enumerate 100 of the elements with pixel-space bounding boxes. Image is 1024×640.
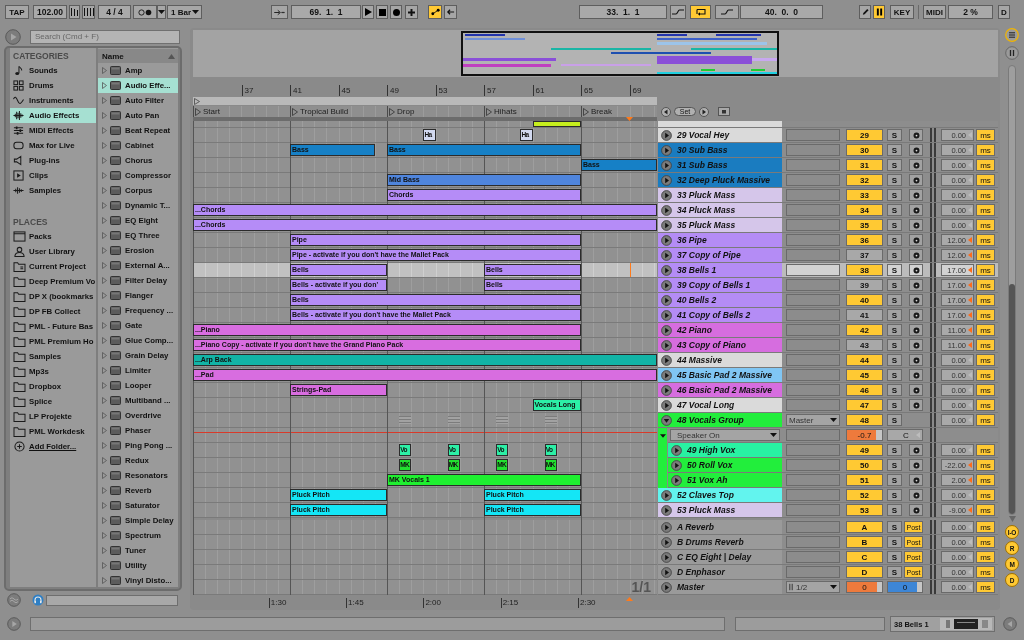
expand-triangle-icon[interactable] <box>102 427 107 434</box>
solo-button[interactable]: S <box>887 219 902 231</box>
track-header[interactable]: 34 Pluck Mass <box>658 203 782 217</box>
routing-field[interactable] <box>786 294 840 306</box>
track-activator-button[interactable]: 31 <box>846 159 883 171</box>
down-triangle-circle-icon[interactable] <box>661 414 672 426</box>
unit-button[interactable]: ms <box>976 474 995 486</box>
expand-triangle-icon[interactable] <box>102 337 107 344</box>
expand-triangle-icon[interactable] <box>102 172 107 179</box>
track-header[interactable]: 37 Copy of Pipe <box>658 248 782 262</box>
play-circle-icon[interactable] <box>671 444 682 456</box>
routing-field[interactable] <box>786 429 840 441</box>
track-activator-button[interactable]: 52 <box>846 489 883 501</box>
re-enable-button[interactable] <box>444 5 457 19</box>
track-activator-button[interactable]: 34 <box>846 204 883 216</box>
routing-field[interactable] <box>786 489 840 501</box>
expand-triangle-icon[interactable] <box>102 232 107 239</box>
loop-start-field[interactable]: 33. 1. 1 <box>579 5 667 19</box>
play-circle-icon[interactable] <box>661 354 672 366</box>
track-activator-button[interactable]: C <box>846 551 883 563</box>
arm-button[interactable] <box>909 444 923 456</box>
loop-length-field[interactable]: 40. 0. 0 <box>740 5 823 19</box>
track-activator-button[interactable]: 36 <box>846 234 883 246</box>
track-activator-button[interactable]: 42 <box>846 324 883 336</box>
output-dropdown[interactable]: Master <box>786 414 840 426</box>
track-activator-button[interactable]: 32 <box>846 174 883 186</box>
expand-triangle-icon[interactable] <box>102 307 107 314</box>
track-activator-button[interactable]: 47 <box>846 399 883 411</box>
solo-button[interactable]: S <box>887 369 902 381</box>
play-circle-icon[interactable] <box>661 369 672 381</box>
routing-field[interactable] <box>786 144 840 156</box>
unit-button[interactable]: ms <box>976 339 995 351</box>
output-dropdown[interactable]: 1/2 <box>786 581 840 593</box>
routing-field[interactable] <box>786 354 840 366</box>
back-circle-icon[interactable] <box>661 106 671 117</box>
expand-triangle-icon[interactable] <box>102 517 107 524</box>
scroll-down-arrow-icon[interactable] <box>1008 516 1016 522</box>
unit-button[interactable]: ms <box>976 174 995 186</box>
expand-triangle-icon[interactable] <box>102 352 107 359</box>
track-header[interactable]: 53 Pluck Mass <box>658 503 782 517</box>
track-header[interactable]: 44 Massive <box>658 353 782 367</box>
arm-button[interactable] <box>909 129 923 141</box>
routing-field[interactable] <box>786 521 840 533</box>
expand-triangle-icon[interactable] <box>102 367 107 374</box>
solo-button[interactable]: S <box>887 566 902 578</box>
position-field[interactable]: 69. 1. 1 <box>291 5 361 19</box>
play-circle-icon[interactable] <box>661 504 672 516</box>
solo-button[interactable]: S <box>887 536 902 548</box>
track-header[interactable]: 48 Vocals Group <box>658 413 782 427</box>
unit-button[interactable]: ms <box>976 264 995 276</box>
expand-triangle-icon[interactable] <box>102 97 107 104</box>
arm-button[interactable] <box>909 474 923 486</box>
solo-button[interactable]: S <box>887 204 902 216</box>
play-circle-icon[interactable] <box>661 324 672 336</box>
track-activator-button[interactable]: 53 <box>846 504 883 516</box>
unit-button[interactable]: ms <box>976 189 995 201</box>
routing-field[interactable] <box>786 129 840 141</box>
expand-triangle-icon[interactable] <box>102 127 107 134</box>
track-activator-button[interactable]: 37 <box>846 249 883 261</box>
routing-field[interactable] <box>786 566 840 578</box>
column-header[interactable]: Name <box>98 49 178 63</box>
routing-field[interactable] <box>786 551 840 563</box>
expand-triangle-icon[interactable] <box>102 292 107 299</box>
routing-field[interactable] <box>786 249 840 261</box>
solo-button[interactable]: S <box>887 129 902 141</box>
routing-field[interactable] <box>786 474 840 486</box>
track-header[interactable]: 31 Sub Bass <box>658 158 782 172</box>
unit-button[interactable]: ms <box>976 384 995 396</box>
routing-field[interactable] <box>786 234 840 246</box>
group-clip[interactable] <box>447 416 460 424</box>
solo-button[interactable]: S <box>887 414 902 426</box>
routing-field[interactable] <box>786 204 840 216</box>
expand-triangle-icon[interactable] <box>102 502 107 509</box>
expand-triangle-icon[interactable] <box>102 277 107 284</box>
list-circle-icon[interactable] <box>1005 28 1019 42</box>
routing-field[interactable] <box>786 339 840 351</box>
play-circle-icon[interactable] <box>661 249 672 261</box>
unit-button[interactable]: ms <box>976 444 995 456</box>
expand-triangle-icon[interactable] <box>102 187 107 194</box>
play-circle-icon[interactable] <box>661 189 672 201</box>
track-activator-button[interactable]: 39 <box>846 279 883 291</box>
track-activator-button[interactable]: 29 <box>846 129 883 141</box>
track-activator-button[interactable]: 48 <box>846 414 883 426</box>
expand-triangle-icon[interactable] <box>102 142 107 149</box>
caret-icon[interactable] <box>659 434 666 438</box>
disk-button[interactable]: D <box>998 5 1010 19</box>
arm-button[interactable] <box>909 279 923 291</box>
track-header[interactable]: 39 Copy of Bells 1 <box>658 278 782 292</box>
volume-slider[interactable]: -0.7 <box>846 429 883 441</box>
metronome-button[interactable] <box>133 5 157 19</box>
play-circle-icon[interactable] <box>661 204 672 216</box>
solo-button[interactable]: S <box>887 234 902 246</box>
track-activator-button[interactable]: 44 <box>846 354 883 366</box>
play-circle-icon[interactable] <box>671 474 682 486</box>
routing-field[interactable] <box>786 399 840 411</box>
track-header[interactable]: 30 Sub Bass <box>658 143 782 157</box>
routing-field[interactable] <box>786 279 840 291</box>
arm-button[interactable] <box>909 384 923 396</box>
time-signature-field[interactable]: 4 / 4 <box>98 5 131 19</box>
track-activator-button[interactable]: 38 <box>846 264 883 276</box>
